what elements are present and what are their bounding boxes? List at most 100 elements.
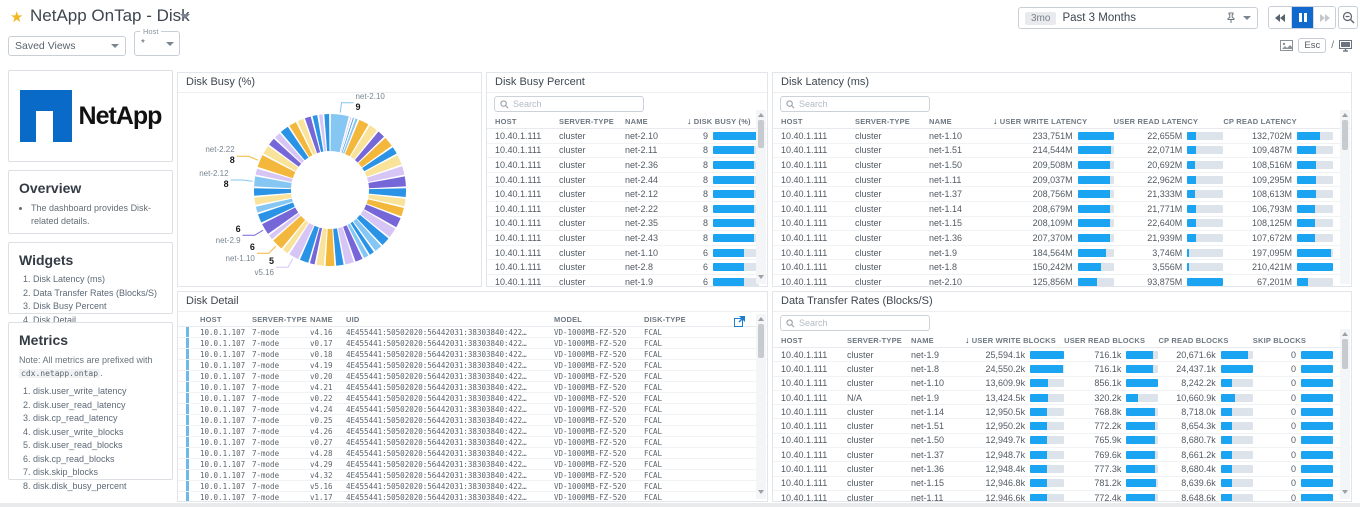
column-header-name[interactable]: NAME [911,336,965,345]
table-row[interactable]: 10.0.1.107 7-mode v4.19 4E455441:50502020:5… [178,360,767,371]
monitor-icon[interactable] [1339,39,1352,52]
column-header-cp-read-blocks[interactable]: CP READ BLOCKS [1158,336,1252,345]
column-header-host[interactable]: HOST [495,117,559,126]
pause-button[interactable] [1291,7,1313,28]
host-filter[interactable]: Host * [134,27,180,56]
table-row[interactable]: 10.40.1.111 N/A net-1.9 13,424.5k 320.2k 10,6… [773,391,1351,406]
table-row[interactable]: 10.40.1.111 cluster net-1.9 25,594.1k 716.1k… [773,348,1351,363]
scrollbar[interactable] [1340,110,1350,284]
rewind-button[interactable] [1269,7,1291,28]
table-row[interactable]: 10.40.1.111 cluster net-1.50 12,949.7k 765.9… [773,434,1351,449]
table-row[interactable]: 10.40.1.111 cluster net-1.37 208,756M 21,333… [773,187,1351,202]
column-header-user-write-latency[interactable]: ↓ USER WRITE LATENCY [993,116,1114,126]
favorite-star-icon[interactable]: ★ [10,8,23,26]
table-row[interactable]: 10.0.1.107 7-mode v1.17 4E455441:50502020:5… [178,492,767,501]
metric-bar [1187,146,1224,155]
time-range-picker[interactable]: 3mo Past 3 Months [1018,7,1258,29]
list-item: disk.user_read_latency [33,399,162,413]
search-input[interactable]: Search [780,315,930,331]
column-header-uid[interactable]: UID [346,315,554,324]
table-row[interactable]: 10.0.1.107 7-mode v4.16 4E455441:50502020:5… [178,327,767,338]
pin-icon[interactable] [1225,12,1237,24]
column-header-skip-blocks[interactable]: SKIP BLOCKS [1253,336,1343,345]
table-row[interactable]: 10.40.1.111 cluster net-2.22 8 [487,202,767,217]
table-row[interactable]: 10.40.1.111 cluster net-1.51 214,544M 22,071… [773,144,1351,159]
chevron-down-icon[interactable] [180,14,190,19]
table-row[interactable]: 10.40.1.111 cluster net-1.9 6 [487,275,767,286]
table-row[interactable]: 10.0.1.107 7-mode v4.29 4E455441:50502020:5… [178,459,767,470]
scrollbar[interactable] [756,314,766,499]
table-row[interactable]: 10.0.1.107 7-mode v4.28 4E455441:50502020:5… [178,448,767,459]
column-header-host[interactable]: HOST [781,336,847,345]
column-header-host[interactable]: HOST [781,117,855,126]
table-row[interactable]: 10.0.1.107 7-mode v4.32 4E455441:50502020:5… [178,470,767,481]
metric-bar [1220,379,1253,388]
column-header-server-type[interactable]: SERVER-TYPE [559,117,625,126]
open-external-icon[interactable] [734,316,745,327]
metric-bar [713,131,759,140]
table-row[interactable]: 10.40.1.111 cluster net-1.11 12,946.6k 772.4… [773,491,1351,501]
search-input[interactable]: Search [780,96,930,112]
table-row[interactable]: 10.40.1.111 cluster net-1.51 12,950.2k 772.2… [773,419,1351,434]
table-row[interactable]: 10.0.1.107 7-mode v0.27 4E455441:50502020:5… [178,437,767,448]
table-row[interactable]: 10.40.1.111 cluster net-1.8 150,242M 3,556M 2… [773,260,1351,275]
table-row[interactable]: 10.40.1.111 cluster net-1.15 12,946.8k 781.2… [773,477,1351,491]
table-row[interactable]: 10.0.1.107 7-mode v5.16 4E455441:50502020:5… [178,481,767,492]
table-row[interactable]: 10.40.1.111 cluster net-1.37 12,948.7k 769.6… [773,448,1351,463]
table-row[interactable]: 10.40.1.111 cluster net-1.8 24,550.2k 716.1k… [773,362,1351,377]
table-row[interactable]: 10.40.1.111 cluster net-2.8 6 [487,260,767,275]
table-row[interactable]: 10.40.1.111 cluster net-2.10 9 [487,129,767,144]
table-row[interactable]: 10.40.1.111 cluster net-1.50 209,508M 20,692… [773,158,1351,173]
column-header-name[interactable]: NAME [625,117,687,126]
column-header-user-write-blocks[interactable]: ↓ USER WRITE BLOCKS [965,335,1064,345]
zoom-out-button[interactable] [1338,6,1358,29]
table-row[interactable]: 10.0.1.107 7-mode v0.18 4E455441:50502020:5… [178,349,767,360]
table-row[interactable]: 10.0.1.107 7-mode v0.22 4E455441:50502020:5… [178,393,767,404]
table-row[interactable]: 10.40.1.111 cluster net-1.11 209,037M 22,962… [773,173,1351,188]
table-row[interactable]: 10.40.1.111 cluster net-1.36 207,370M 21,939… [773,231,1351,246]
column-header-server-type[interactable]: SERVER-TYPE [855,117,929,126]
column-header-disk-type[interactable]: DISK-TYPE [644,315,704,324]
donut-chart[interactable]: net-2.10 9 5 v5.16 6 net-1.10 6 net-2.9 net-2.12… [178,92,481,286]
table-row[interactable]: 10.40.1.111 cluster net-1.14 12,950.5k 768.8… [773,405,1351,420]
forward-button[interactable] [1313,7,1335,28]
table-row[interactable]: 10.40.1.111 cluster net-1.36 12,948.4k 777.3… [773,462,1351,477]
donut-slice[interactable] [325,228,335,267]
table-row[interactable]: 10.0.1.107 7-mode v0.25 4E455441:50502020:5… [178,415,767,426]
table-row[interactable]: 10.0.1.107 7-mode v4.26 4E455441:50502020:5… [178,426,767,437]
image-icon[interactable] [1280,40,1294,51]
saved-views-select[interactable]: Saved Views [8,36,126,56]
table-row[interactable]: 10.40.1.111 cluster net-1.14 208,679M 21,771… [773,202,1351,217]
table-row[interactable]: 10.40.1.111 cluster net-1.10 6 [487,246,767,261]
table-row[interactable]: 10.0.1.107 7-mode v4.21 4E455441:50502020:5… [178,382,767,393]
table-row[interactable]: 10.40.1.111 cluster net-1.10 233,751M 22,655… [773,129,1351,144]
table-row[interactable]: 10.40.1.111 cluster net-2.36 8 [487,158,767,173]
scrollbar[interactable] [756,110,766,284]
column-header-host[interactable]: HOST [200,315,252,324]
table-row[interactable]: 10.40.1.111 cluster net-2.35 8 [487,217,767,232]
time-range-caret-icon[interactable] [1243,16,1251,20]
column-header-cp-read-latency[interactable]: CP READ LATENCY [1223,117,1343,126]
table-row[interactable]: 10.0.1.107 7-mode v0.17 4E455441:50502020:5… [178,338,767,349]
table-row[interactable]: 10.40.1.111 cluster net-2.44 8 [487,173,767,188]
column-header-name[interactable]: NAME [310,315,346,324]
table-row[interactable]: 10.0.1.107 7-mode v0.20 4E455441:50502020:5… [178,371,767,382]
table-row[interactable]: 10.0.1.107 7-mode v4.24 4E455441:50502020:5… [178,404,767,415]
column-header-name[interactable]: NAME [929,117,993,126]
column-header-server-type[interactable]: SERVER-TYPE [252,315,310,324]
table-row[interactable]: 10.40.1.111 cluster net-1.9 184,564M 3,746M 1… [773,246,1351,261]
column-header-server-type[interactable]: SERVER-TYPE [847,336,911,345]
table-row[interactable]: 10.40.1.111 cluster net-2.10 125,856M 93,875… [773,275,1351,286]
column-header-model[interactable]: MODEL [554,315,644,324]
table-row[interactable]: 10.40.1.111 cluster net-1.15 208,109M 22,640… [773,217,1351,232]
column-header-user-read-blocks[interactable]: USER READ BLOCKS [1064,336,1158,345]
scrollbar[interactable] [1340,329,1350,499]
table-row[interactable]: 10.40.1.111 cluster net-1.10 13,609.9k 856.1… [773,377,1351,391]
column-header-user-read-latency[interactable]: USER READ LATENCY [1114,117,1224,126]
table-row[interactable]: 10.40.1.111 cluster net-2.11 8 [487,144,767,159]
panel-title: Disk Busy Percent [487,73,767,93]
table-row[interactable]: 10.40.1.111 cluster net-2.12 8 [487,187,767,202]
search-input[interactable]: Search [494,96,644,112]
column-header-disk-busy-[interactable]: ↓ DISK BUSY (%) [687,116,759,126]
table-row[interactable]: 10.40.1.111 cluster net-2.43 8 [487,231,767,246]
